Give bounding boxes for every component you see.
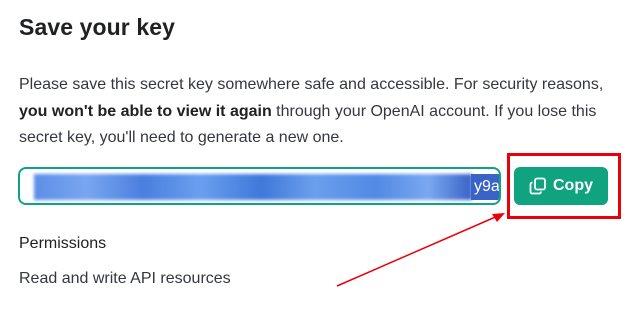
permissions-label: Permissions (19, 235, 107, 252)
permissions-value: Read and write API resources (19, 270, 231, 287)
description-warning: you won't be able to view it again (19, 102, 272, 120)
secret-key-field[interactable]: y9a (18, 167, 501, 205)
copy-icon (529, 177, 546, 195)
copy-button[interactable]: Copy (514, 167, 608, 205)
copy-button-label: Copy (553, 177, 593, 194)
secret-key-visible-suffix: y9a (471, 174, 499, 200)
dialog-description: Please save this secret key somewhere sa… (19, 72, 604, 152)
dialog-title: Save your key (19, 14, 176, 40)
description-part1: Please save this secret key somewhere sa… (19, 76, 604, 93)
secret-key-redacted (34, 174, 472, 200)
